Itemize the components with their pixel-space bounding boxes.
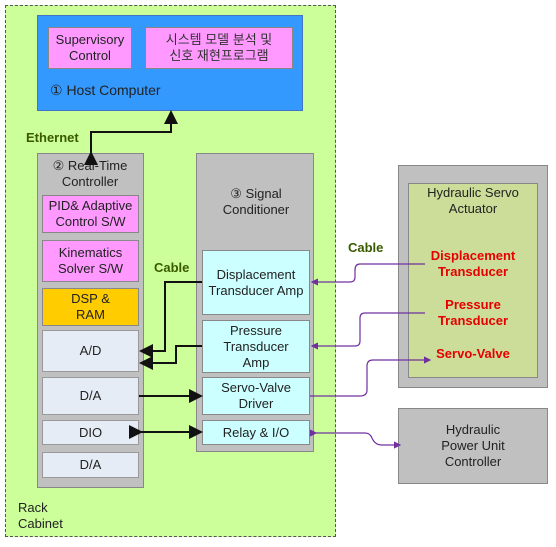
cable-displacement [310,263,425,286]
connection-arrows [84,110,432,449]
cable-servo-valve [310,356,432,397]
cable-power-unit [310,429,402,449]
disp-amp-to-ad [139,281,202,358]
cable-pressure [310,312,425,350]
press-amp-to-ad [139,345,202,370]
ethernet-link [84,110,178,165]
